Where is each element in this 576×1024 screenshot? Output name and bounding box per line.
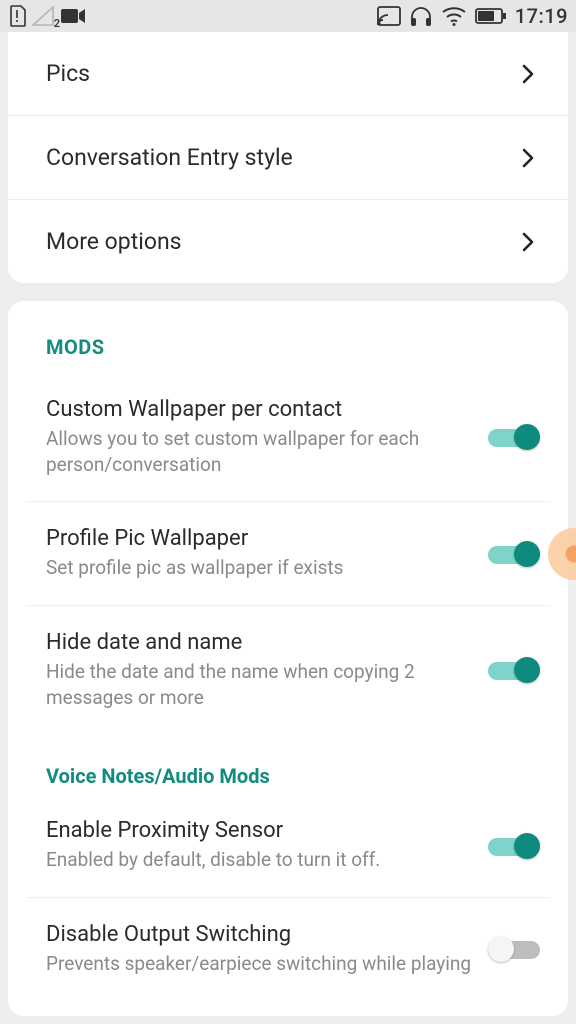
- video-icon: [60, 7, 86, 25]
- row-hide-date-name[interactable]: Hide date and name Hide the date and the…: [8, 606, 568, 734]
- toggle-output-switching[interactable]: [488, 934, 540, 964]
- row-title: Disable Output Switching: [46, 922, 476, 947]
- row-more-options[interactable]: More options: [8, 199, 568, 283]
- card-mods: MODS Custom Wallpaper per contact Allows…: [8, 301, 568, 1016]
- row-title: More options: [46, 228, 504, 255]
- row-title: Enable Proximity Sensor: [46, 818, 476, 843]
- clock: 17:19: [515, 4, 568, 28]
- row-subtitle: Prevents speaker/earpiece switching whil…: [46, 951, 476, 977]
- row-subtitle: Hide the date and the name when copying …: [46, 659, 476, 710]
- row-title: Hide date and name: [46, 630, 476, 655]
- battery-icon: [475, 7, 507, 25]
- chevron-right-icon: [516, 62, 540, 86]
- chevron-right-icon: [516, 230, 540, 254]
- row-subtitle: Allows you to set custom wallpaper for e…: [46, 426, 476, 477]
- section-header-mods: MODS: [8, 301, 568, 373]
- card-top: Pics Conversation Entry style More optio…: [8, 32, 568, 283]
- section-header-voice: Voice Notes/Audio Mods: [8, 734, 568, 794]
- row-subtitle: Enabled by default, disable to turn it o…: [46, 847, 476, 873]
- sim-index: 2: [54, 17, 60, 30]
- toggle-proximity[interactable]: [488, 831, 540, 861]
- toggle-custom-wallpaper[interactable]: [488, 422, 540, 452]
- sim-alert-icon: [8, 5, 26, 27]
- row-title: Conversation Entry style: [46, 144, 504, 171]
- status-bar: 2 17:19: [0, 0, 576, 32]
- chevron-right-icon: [516, 146, 540, 170]
- row-pics[interactable]: Pics: [8, 32, 568, 115]
- row-subtitle: Set profile pic as wallpaper if exists: [46, 555, 476, 581]
- row-custom-wallpaper[interactable]: Custom Wallpaper per contact Allows you …: [8, 373, 568, 501]
- cast-icon: [377, 6, 401, 26]
- row-title: Custom Wallpaper per contact: [46, 397, 476, 422]
- row-profile-pic-wallpaper[interactable]: Profile Pic Wallpaper Set profile pic as…: [8, 502, 568, 605]
- row-title: Pics: [46, 60, 504, 87]
- toggle-hide-date[interactable]: [488, 655, 540, 685]
- row-title: Profile Pic Wallpaper: [46, 526, 476, 551]
- row-entry-style[interactable]: Conversation Entry style: [8, 115, 568, 199]
- signal-icon: 2: [32, 6, 54, 26]
- row-proximity-sensor[interactable]: Enable Proximity Sensor Enabled by defau…: [8, 794, 568, 897]
- headphones-icon: [409, 5, 433, 27]
- wifi-icon: [441, 6, 467, 26]
- toggle-profile-pic[interactable]: [488, 539, 540, 569]
- row-output-switching[interactable]: Disable Output Switching Prevents speake…: [8, 898, 568, 1017]
